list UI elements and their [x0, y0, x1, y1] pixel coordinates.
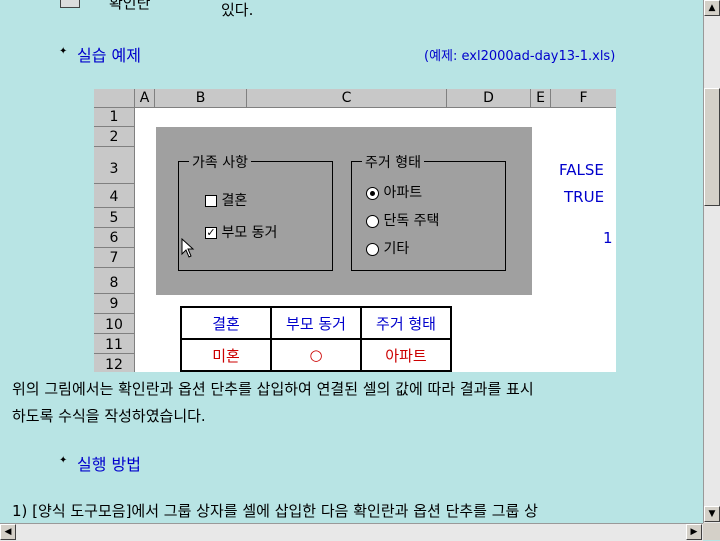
radio-other[interactable]: 기타 — [366, 238, 409, 258]
result-header-parents: 부모 동거 — [270, 306, 362, 340]
col-header-c: C — [247, 89, 447, 108]
row-header: 11 — [94, 334, 135, 354]
marriage-checkbox[interactable]: 결혼 — [205, 190, 247, 210]
section-title-practice: 실습 예제 — [77, 46, 141, 65]
radio-house-label: 단독 주택 — [383, 213, 440, 229]
result-value-parents: ○ — [270, 338, 362, 372]
result-header-marriage: 결혼 — [180, 306, 272, 340]
checkbox-unchecked-icon — [205, 195, 217, 207]
mouse-pointer-icon — [181, 237, 195, 258]
example-file-name: (예제: exl2000ad-day13-1.xls) — [424, 49, 616, 64]
radio-unselected-icon — [366, 214, 379, 228]
radio-apartment[interactable]: 아파트 — [366, 182, 422, 202]
row-header: 4 — [94, 184, 135, 208]
corner-cell — [94, 89, 135, 108]
document-view: 확인란 있다. ✦ 실습 예제 (예제: exl2000ad-day13-1.x… — [0, 0, 703, 523]
row-header: 7 — [94, 248, 135, 268]
description-line-1: 위의 그림에서는 확인란과 옵션 단추를 삽입하여 연결된 셀의 값에 따라 결… — [12, 380, 534, 398]
radio-apartment-label: 아파트 — [383, 185, 423, 201]
col-header-e: E — [531, 89, 551, 108]
col-header-a: A — [135, 89, 155, 108]
radio-selected-icon — [366, 186, 379, 200]
spreadsheet-screenshot: A B C D E F 1 2 3 4 5 6 7 8 9 10 11 12 가… — [94, 89, 616, 372]
vertical-scrollbar[interactable]: ▲ ▼ — [703, 0, 720, 523]
result-header-housing: 주거 형태 — [360, 306, 452, 340]
scroll-right-button[interactable]: ▶ — [686, 524, 702, 540]
housing-group-title: 주거 형태 — [362, 152, 424, 172]
row-header: 10 — [94, 314, 135, 334]
horizontal-scrollbar[interactable]: ◀ ▶ — [0, 523, 703, 541]
cell-f4-value: TRUE — [564, 188, 605, 206]
row-header: 9 — [94, 294, 135, 314]
bullet-icon: ✦ — [59, 46, 68, 57]
top-checkbox-label: 확인란 — [109, 0, 151, 12]
housing-group-box[interactable]: 주거 형태 아파트 단독 주택 기타 — [351, 152, 506, 271]
col-header-f: F — [551, 89, 616, 108]
section-title-method: 실행 방법 — [77, 455, 141, 474]
parents-checkbox-label: 부모 동거 — [221, 225, 278, 241]
row-header: 8 — [94, 268, 135, 294]
row-header: 12 — [94, 354, 135, 372]
vertical-scroll-thumb[interactable] — [704, 88, 720, 206]
checkbox-icon-image — [60, 0, 80, 8]
description-line-2: 하도록 수식을 작성하였습니다. — [12, 407, 206, 425]
table-row: 미혼 ○ 아파트 — [180, 338, 452, 372]
scroll-down-button[interactable]: ▼ — [704, 506, 720, 522]
step-1-text: 1) [양식 도구모음]에서 그룹 상자를 셀에 삽입한 다음 확인란과 옵션 … — [12, 502, 538, 520]
scroll-left-button[interactable]: ◀ — [0, 524, 16, 540]
table-row: 결혼 부모 동거 주거 형태 — [180, 306, 452, 340]
result-value-marriage: 미혼 — [180, 338, 272, 372]
top-trailing-text: 있다. — [221, 1, 254, 19]
row-header: 6 — [94, 228, 135, 248]
checkbox-checked-icon: ✓ — [205, 226, 217, 239]
result-table: 결혼 부모 동거 주거 형태 미혼 ○ 아파트 — [180, 306, 452, 372]
parents-checkbox[interactable]: ✓ 부모 동거 — [205, 222, 277, 242]
row-header: 3 — [94, 147, 135, 184]
marriage-checkbox-label: 결혼 — [221, 193, 248, 209]
radio-unselected-icon — [366, 242, 379, 256]
family-group-box[interactable]: 가족 사항 결혼 ✓ 부모 동거 — [178, 152, 333, 271]
scrollbar-corner — [703, 523, 720, 540]
row-header: 5 — [94, 208, 135, 228]
col-header-b: B — [155, 89, 247, 108]
control-panel-background: 가족 사항 결혼 ✓ 부모 동거 주거 형태 아파트 단독 주택 기타 — [156, 127, 532, 295]
result-value-housing: 아파트 — [360, 338, 452, 372]
cell-f3-value: FALSE — [559, 161, 604, 179]
radio-other-label: 기타 — [383, 241, 410, 257]
row-header: 2 — [94, 127, 135, 147]
cell-f6-value: 1 — [603, 229, 613, 247]
family-group-title: 가족 사항 — [189, 152, 251, 172]
bullet-icon: ✦ — [59, 455, 68, 466]
col-header-d: D — [447, 89, 531, 108]
scroll-up-button[interactable]: ▲ — [704, 0, 720, 16]
row-header: 1 — [94, 108, 135, 127]
radio-house[interactable]: 단독 주택 — [366, 210, 439, 230]
